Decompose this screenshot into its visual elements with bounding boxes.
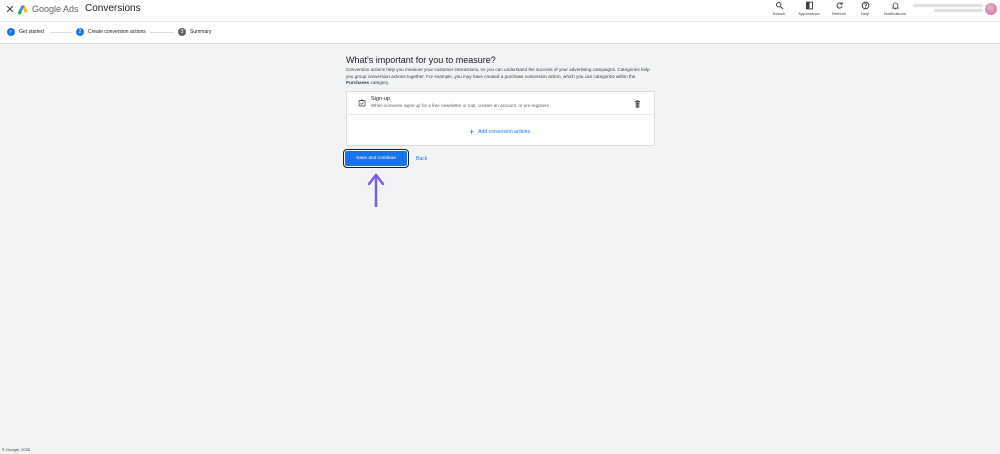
progress-stepper: ✓ Get started 2 Create conversion action… (0, 21, 1000, 44)
step-get-started[interactable]: ✓ Get started (7, 28, 44, 36)
brand-name: Google Ads (32, 4, 79, 14)
search-label: Search (772, 11, 786, 16)
back-button[interactable]: Back (416, 156, 427, 162)
card-divider (347, 114, 654, 115)
top-app-bar: ✕ Google Ads Conversions Search Appearan… (0, 0, 1000, 21)
help-icon (861, 1, 869, 10)
search-icon (775, 2, 783, 10)
step-connector (150, 32, 174, 33)
add-conversion-actions-button[interactable]: + Add conversion actions (469, 127, 530, 137)
copyright-footer: © Google, 2025 (2, 447, 31, 452)
notifications-label: Notifications (884, 11, 906, 16)
save-and-continue-button[interactable]: Save and continue (343, 149, 409, 168)
step-label: Get started (19, 29, 44, 35)
conversion-action-title: Sign-up (371, 96, 390, 102)
intro-text-end: category. (369, 80, 390, 86)
intro-text: Conversion actions help you measure your… (346, 67, 650, 79)
refresh-button[interactable]: Refresh (826, 1, 852, 16)
avatar[interactable] (985, 3, 997, 15)
search-button[interactable]: Search (766, 1, 792, 16)
step-label: Create conversion actions (88, 29, 146, 35)
plus-icon: + (469, 127, 475, 137)
signup-checklist-icon (358, 99, 366, 107)
close-icon[interactable]: ✕ (4, 4, 16, 16)
notifications-button[interactable]: Notifications (878, 1, 912, 16)
step-connector (50, 32, 72, 33)
appearance-icon (805, 1, 813, 10)
arrow-up-icon (367, 173, 385, 207)
header-toolbar: Search Appearance Refresh Help Notificat… (766, 1, 912, 16)
step-summary[interactable]: 3 Summary (178, 28, 211, 36)
conversion-actions-card: Sign-up When someone signs up for a free… (346, 91, 655, 146)
section-heading: What's important for you to measure? (346, 55, 496, 65)
account-line (934, 9, 983, 12)
help-button[interactable]: Help (852, 1, 878, 16)
account-info-redacted[interactable] (913, 4, 983, 16)
google-ads-logo-icon (17, 5, 28, 15)
step-number-badge: 2 (76, 28, 84, 36)
appearance-label: Appearance (798, 11, 820, 16)
step-label: Summary (190, 29, 212, 35)
account-line (913, 4, 983, 7)
step-number-badge: 3 (178, 28, 186, 36)
help-label: Help (860, 11, 870, 16)
delete-icon[interactable] (634, 100, 641, 108)
bell-icon (891, 2, 899, 10)
refresh-label: Refresh (831, 11, 846, 16)
refresh-icon (836, 2, 843, 9)
intro-paragraph: Conversion actions help you measure your… (346, 67, 656, 87)
page-title: Conversions (85, 3, 141, 14)
conversion-action-description: When someone signs up for a free newslet… (371, 103, 549, 108)
add-conversion-actions-label: Add conversion actions (478, 129, 530, 135)
check-icon: ✓ (7, 28, 15, 36)
appearance-button[interactable]: Appearance (792, 1, 826, 16)
step-create-conversion-actions[interactable]: 2 Create conversion actions (76, 28, 146, 36)
intro-bold-text: Purchases (346, 80, 370, 86)
